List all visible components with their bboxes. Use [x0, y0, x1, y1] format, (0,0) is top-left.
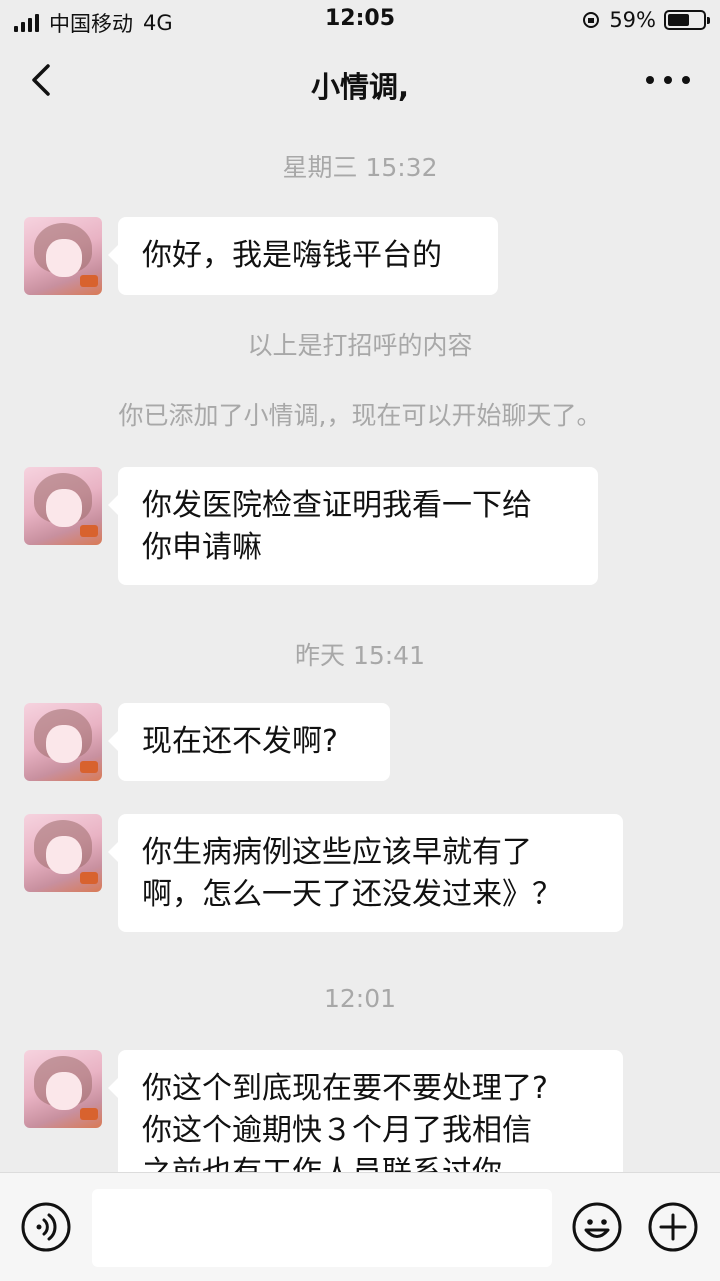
system-message: 你已添加了小情调,，现在可以开始聊天了。 — [118, 401, 602, 430]
message-row: 现在还不发啊? — [24, 703, 390, 781]
message-text: 你申请嘛 — [142, 530, 262, 565]
emoji-icon[interactable] — [571, 1201, 623, 1253]
input-bar — [0, 1172, 720, 1281]
avatar[interactable] — [24, 703, 102, 781]
more-dots-icon[interactable] — [646, 68, 690, 92]
message-row: 你生病病例这些应该早就有了 啊，怎么一天了还没发过来》？ — [24, 814, 623, 932]
message-text: 你好，我是嗨钱平台的 — [142, 238, 442, 273]
status-bar: 中国移动 4G 12:05 59% — [0, 0, 720, 40]
message-text: 你这个逾期快３个月了我相信 — [142, 1113, 532, 1148]
chat-title: 小情调, — [310, 70, 410, 104]
avatar[interactable] — [24, 467, 102, 545]
avatar[interactable] — [24, 1050, 102, 1128]
rotation-lock-icon — [583, 12, 600, 28]
avatar[interactable] — [24, 814, 102, 892]
voice-icon[interactable] — [20, 1201, 72, 1253]
timestamp: 12:01 — [323, 984, 397, 1013]
message-bubble[interactable]: 你发医院检查证明我看一下给 你申请嘛 — [108, 467, 598, 585]
nav-bar: 小情调, — [0, 40, 720, 124]
message-row: 你发医院检查证明我看一下给 你申请嘛 — [24, 467, 598, 585]
status-right: 59% — [581, 8, 710, 32]
message-text: 你这个到底现在要不要处理了? — [142, 1071, 548, 1106]
plus-icon[interactable] — [647, 1201, 699, 1253]
message-text: 啊，怎么一天了还没发过来》？ — [142, 877, 562, 912]
timestamp: 昨天 15:41 — [295, 641, 425, 670]
timestamp: 星期三 15:32 — [282, 153, 438, 182]
message-text: 你生病病例这些应该早就有了 — [142, 835, 532, 870]
system-message: 以上是打招呼的内容 — [247, 331, 473, 360]
avatar[interactable] — [24, 217, 102, 295]
message-text: 现在还不发啊? — [142, 724, 338, 759]
message-text: 你发医院检查证明我看一下给 — [142, 488, 532, 523]
message-bubble[interactable]: 你生病病例这些应该早就有了 啊，怎么一天了还没发过来》？ — [108, 814, 623, 932]
message-bubble[interactable]: 现在还不发啊? — [108, 703, 390, 781]
message-input[interactable] — [92, 1189, 552, 1267]
message-bubble[interactable]: 你好，我是嗨钱平台的 — [108, 217, 498, 295]
battery-icon — [664, 10, 710, 30]
battery-percent: 59% — [609, 8, 656, 32]
message-row: 你好，我是嗨钱平台的 — [24, 217, 498, 295]
